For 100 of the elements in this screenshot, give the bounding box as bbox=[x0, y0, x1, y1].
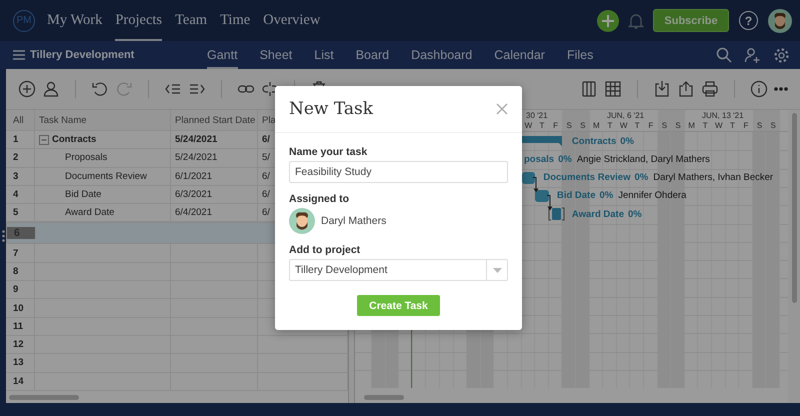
view-tab[interactable]: Board bbox=[356, 42, 390, 68]
progress-label: 0% bbox=[628, 208, 642, 220]
row-number: 4 bbox=[13, 189, 18, 200]
column-header[interactable]: Task Name bbox=[35, 110, 171, 130]
view-tab[interactable]: Sheet bbox=[260, 42, 292, 68]
add-icon[interactable] bbox=[597, 10, 619, 32]
settings-icon[interactable] bbox=[773, 46, 790, 64]
task-name: Contracts bbox=[52, 134, 96, 146]
task-name: Bid Date bbox=[64, 189, 102, 200]
summary-bar[interactable] bbox=[522, 136, 562, 147]
avatar[interactable] bbox=[768, 8, 792, 32]
nav-item[interactable]: Time bbox=[220, 0, 250, 40]
row-number: 10 bbox=[13, 302, 24, 314]
add-icon[interactable] bbox=[18, 80, 36, 98]
import-icon[interactable] bbox=[653, 80, 671, 98]
assignee-label: Daryl Mathers, Ivhan Becker bbox=[653, 172, 774, 184]
nav-item[interactable]: Team bbox=[175, 0, 208, 40]
task-label: Award Date bbox=[572, 208, 624, 220]
input-field[interactable]: Feasibility Study bbox=[289, 161, 508, 183]
day-label: S bbox=[660, 121, 668, 130]
export-icon[interactable] bbox=[677, 80, 695, 98]
row-number: 8 bbox=[13, 266, 18, 277]
dependency-arrow bbox=[546, 194, 553, 211]
dialog-title: New Task bbox=[289, 99, 374, 119]
more-icon[interactable] bbox=[774, 87, 788, 91]
collapse-icon[interactable] bbox=[39, 134, 49, 145]
avatar bbox=[289, 208, 315, 234]
columns-icon[interactable] bbox=[580, 80, 598, 98]
task-bar[interactable] bbox=[535, 190, 549, 202]
scrollbar[interactable] bbox=[364, 395, 404, 400]
undo-icon[interactable] bbox=[91, 80, 109, 98]
date-cell: 5/ bbox=[262, 152, 270, 164]
progress-label: 0% bbox=[558, 154, 572, 165]
nav-item[interactable]: Overview bbox=[263, 0, 320, 40]
day-label: M bbox=[592, 121, 601, 130]
field-label: Assigned to bbox=[289, 193, 350, 205]
day-label: T bbox=[538, 121, 546, 130]
project-title: Tillery Development bbox=[30, 49, 136, 61]
user-icon[interactable] bbox=[42, 80, 60, 98]
project-dropdown[interactable]: Tillery Development bbox=[289, 259, 508, 281]
day-label: S bbox=[674, 121, 682, 130]
scrollbar[interactable] bbox=[9, 395, 79, 400]
day-label: F bbox=[552, 121, 560, 130]
row-number: 7 bbox=[13, 248, 18, 259]
grid-icon[interactable] bbox=[604, 80, 622, 98]
column-header[interactable]: Planned Start Date bbox=[171, 110, 258, 130]
progress-label: 0% bbox=[600, 190, 614, 202]
menu-icon[interactable] bbox=[13, 50, 25, 60]
row-number: 11 bbox=[13, 320, 24, 332]
date-cell: 5/24/2021 bbox=[175, 134, 218, 146]
day-label: S bbox=[756, 121, 764, 130]
week-label: JUN, 6 '21 bbox=[607, 111, 644, 120]
day-label: T bbox=[634, 121, 641, 130]
day-label: M bbox=[687, 121, 696, 130]
info-icon[interactable] bbox=[750, 80, 768, 98]
day-label: S bbox=[770, 121, 777, 130]
week-label: JUN, 13 '21 bbox=[702, 111, 744, 120]
view-tab[interactable]: Dashboard bbox=[411, 42, 472, 68]
date-cell: 5/24/2021 bbox=[175, 152, 218, 164]
row-number: 12 bbox=[13, 339, 24, 350]
help-button[interactable]: ? bbox=[739, 11, 758, 30]
add-user-icon[interactable] bbox=[744, 46, 761, 64]
day-label: W bbox=[618, 121, 628, 130]
view-tab[interactable]: Gantt bbox=[207, 42, 238, 68]
task-name: Award Date bbox=[64, 207, 114, 218]
table-row[interactable]: 12 bbox=[6, 336, 348, 354]
day-label: W bbox=[524, 121, 534, 130]
view-tab[interactable]: Files bbox=[566, 42, 594, 68]
row-number: 1 bbox=[13, 134, 18, 146]
view-tab[interactable]: List bbox=[314, 42, 334, 68]
unlink-icon[interactable] bbox=[261, 80, 279, 98]
day-label: T bbox=[606, 121, 614, 130]
print-icon[interactable] bbox=[701, 80, 719, 98]
task-bar[interactable] bbox=[522, 172, 536, 184]
table-row[interactable]: 13 bbox=[6, 354, 348, 373]
row-number: 14 bbox=[13, 376, 24, 387]
day-label: F bbox=[647, 121, 654, 130]
progress-label: 0% bbox=[634, 172, 648, 184]
row-number: 9 bbox=[13, 284, 18, 296]
milestone-bar[interactable] bbox=[548, 207, 565, 222]
date-cell: 6/3/2021 bbox=[175, 189, 212, 200]
task-label: Bid Date bbox=[556, 190, 596, 202]
task-name: Documents Review bbox=[64, 170, 147, 182]
dependency-arrow bbox=[533, 176, 540, 193]
day-label: S bbox=[579, 121, 586, 130]
date-cell: 6/ bbox=[262, 189, 270, 200]
date-cell: 6/ bbox=[262, 207, 270, 218]
row-number: 3 bbox=[13, 170, 18, 182]
day-label: F bbox=[742, 121, 750, 130]
caret-icon bbox=[492, 268, 502, 272]
row-number: 5 bbox=[13, 207, 18, 218]
table-row[interactable]: 14 bbox=[6, 372, 348, 391]
task-name: Proposals bbox=[64, 152, 108, 164]
resize-handle[interactable] bbox=[2, 230, 4, 242]
nav-item[interactable]: My Work bbox=[47, 0, 102, 40]
date-cell: 6/4/2021 bbox=[175, 207, 212, 218]
column-header[interactable]: All bbox=[6, 110, 35, 130]
scrollbar[interactable] bbox=[792, 113, 796, 303]
view-tab[interactable]: Calendar bbox=[494, 42, 545, 68]
search-icon[interactable] bbox=[716, 47, 732, 63]
